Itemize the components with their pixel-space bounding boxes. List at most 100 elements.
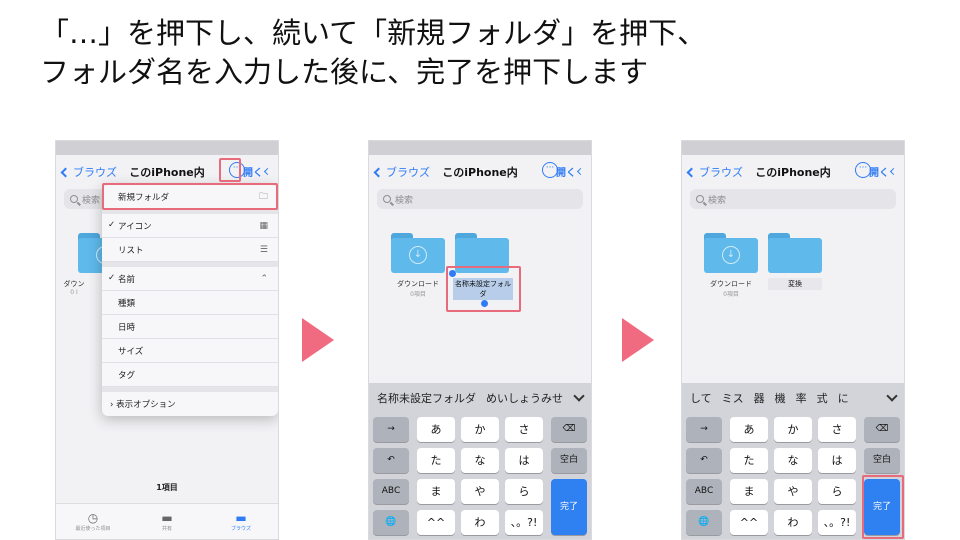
key-ra[interactable]: ら <box>818 479 856 504</box>
shared-folder-icon: ▬ <box>161 511 173 525</box>
renamed-folder-icon[interactable] <box>768 233 822 273</box>
folder-name: ダウンロード <box>710 280 752 288</box>
key-ka[interactable]: か <box>461 417 499 442</box>
candidate-word[interactable]: 機 <box>775 390 786 406</box>
key-punct[interactable]: 、。?! <box>505 510 543 535</box>
key-sa[interactable]: さ <box>505 417 543 442</box>
candidate-word[interactable]: 器 <box>754 390 765 406</box>
key-wa[interactable]: わ <box>461 510 499 535</box>
candidate-word[interactable]: めいしょうみせ <box>486 390 563 406</box>
key-ma[interactable]: ま <box>730 479 768 504</box>
key-dakuten[interactable]: ^^ <box>730 510 768 535</box>
screenshot-step-1: ブラウズ このiPhone内 ··· 開く 検索 ↓ ダウン 0 I 新規フォル… <box>55 140 279 540</box>
key-a[interactable]: あ <box>417 417 455 442</box>
grid-icon: ▦ <box>259 220 268 231</box>
screenshot-step-2: ブラウズ このiPhone内 ··· 開く 検索 ↓ ダウンロード 0項目 名称… <box>368 140 592 540</box>
candidate-bar: して ミス 器 機 率 式 に <box>682 383 904 413</box>
key-space[interactable]: 空白 <box>551 448 587 473</box>
tab-recents[interactable]: ◷ 最近使った項目 <box>63 511 123 532</box>
candidate-word[interactable]: 式 <box>817 390 828 406</box>
tab-shared[interactable]: ▬ 共有 <box>137 511 197 532</box>
highlight-more-button <box>219 158 241 182</box>
key-ma[interactable]: ま <box>417 479 455 504</box>
instruction-line-1: 「…」を押下し、続いて「新規フォルダ」を押下、 <box>40 16 707 50</box>
open-button[interactable]: 開く <box>556 164 585 179</box>
key-punct[interactable]: 、。?! <box>818 510 856 535</box>
key-abc[interactable]: ABC <box>686 479 722 504</box>
chevron-icon <box>263 167 272 176</box>
key-ha[interactable]: は <box>505 448 543 473</box>
key-arrow[interactable]: → <box>373 417 409 442</box>
menu-item-view-options[interactable]: › 表示オプション <box>102 392 278 416</box>
menu-item-icon[interactable]: アイコン ▦ <box>102 214 278 238</box>
key-delete[interactable]: ⌫ <box>864 417 900 442</box>
candidate-bar: 名称未設定フォルダ めいしょうみせ <box>369 383 591 413</box>
key-ta[interactable]: た <box>730 448 768 473</box>
menu-item-tag[interactable]: タグ <box>102 363 278 387</box>
key-ha[interactable]: は <box>818 448 856 473</box>
candidate-word[interactable]: 名称未設定フォルダ <box>377 390 476 406</box>
search-input[interactable]: 検索 <box>690 189 896 209</box>
highlight-folder-name <box>446 266 521 312</box>
key-sa[interactable]: さ <box>818 417 856 442</box>
download-folder-icon[interactable]: ↓ <box>391 233 445 273</box>
key-ka[interactable]: か <box>774 417 812 442</box>
step-arrow-1 <box>302 318 334 362</box>
folder-sub: 0項目 <box>723 291 739 298</box>
candidate-word[interactable]: して <box>690 390 712 406</box>
key-delete[interactable]: ⌫ <box>551 417 587 442</box>
key-undo[interactable]: ↶ <box>686 448 722 473</box>
folder-sub: 0項目 <box>410 291 426 298</box>
key-ya[interactable]: や <box>461 479 499 504</box>
folder-icon: ▬ <box>235 511 247 525</box>
key-space[interactable]: 空白 <box>864 448 900 473</box>
key-undo[interactable]: ↶ <box>373 448 409 473</box>
menu-item-name[interactable]: 名前 ⌃ <box>102 267 278 291</box>
tab-bar: ◷ 最近使った項目 ▬ 共有 ▬ ブラウズ <box>56 503 278 539</box>
chevron-down-icon[interactable] <box>573 390 585 402</box>
key-wa[interactable]: わ <box>774 510 812 535</box>
key-arrow[interactable]: → <box>686 417 722 442</box>
key-globe[interactable]: 🌐 <box>686 510 722 535</box>
key-ra[interactable]: ら <box>505 479 543 504</box>
open-button[interactable]: 開く <box>243 164 272 179</box>
chevron-icon <box>889 167 898 176</box>
key-done[interactable]: 完了 <box>551 479 587 535</box>
folder-sub: 0 I <box>70 289 78 296</box>
chevron-down-icon[interactable] <box>886 390 898 402</box>
menu-item-list[interactable]: リスト ☰ <box>102 238 278 262</box>
step-arrow-2 <box>622 318 654 362</box>
search-icon <box>696 195 704 203</box>
folder-name: ダウン <box>63 280 85 288</box>
key-globe[interactable]: 🌐 <box>373 510 409 535</box>
screenshot-step-3: ブラウズ このiPhone内 ··· 開く 検索 ↓ ダウンロード 0項目 変換… <box>681 140 905 540</box>
candidate-word[interactable]: に <box>838 390 849 406</box>
download-folder-icon[interactable]: ↓ <box>704 233 758 273</box>
menu-item-size[interactable]: サイズ <box>102 339 278 363</box>
search-input[interactable]: 検索 <box>377 189 583 209</box>
context-menu: 新規フォルダ 🗀 アイコン ▦ リスト ☰ 名前 ⌃ 種類 日時 サイズ タグ … <box>102 185 278 416</box>
candidate-word[interactable]: 率 <box>796 390 807 406</box>
key-a[interactable]: あ <box>730 417 768 442</box>
highlight-done-key <box>862 475 904 539</box>
folder-name-input[interactable]: 変換 <box>768 278 822 290</box>
tab-browse[interactable]: ▬ ブラウズ <box>211 511 271 532</box>
chevron-up-icon: ⌃ <box>260 273 268 284</box>
search-icon <box>70 195 78 203</box>
download-arrow-icon: ↓ <box>409 246 427 264</box>
key-ya[interactable]: や <box>774 479 812 504</box>
instruction-line-2: フォルダ名を入力した後に、完了を押下します <box>40 55 649 89</box>
candidate-word[interactable]: ミス <box>722 390 744 406</box>
keyboard: 名称未設定フォルダ めいしょうみせ → あ か さ ⌫ ↶ た な は 空白 A… <box>369 383 591 539</box>
items-count: 1項目 <box>156 483 178 492</box>
key-na[interactable]: な <box>461 448 499 473</box>
open-button[interactable]: 開く <box>869 164 898 179</box>
menu-item-kind[interactable]: 種類 <box>102 291 278 315</box>
key-na[interactable]: な <box>774 448 812 473</box>
key-dakuten[interactable]: ^^ <box>417 510 455 535</box>
nav-bar: ブラウズ このiPhone内 ··· 開く <box>682 155 904 189</box>
download-arrow-icon: ↓ <box>722 246 740 264</box>
key-abc[interactable]: ABC <box>373 479 409 504</box>
menu-item-date[interactable]: 日時 <box>102 315 278 339</box>
key-ta[interactable]: た <box>417 448 455 473</box>
